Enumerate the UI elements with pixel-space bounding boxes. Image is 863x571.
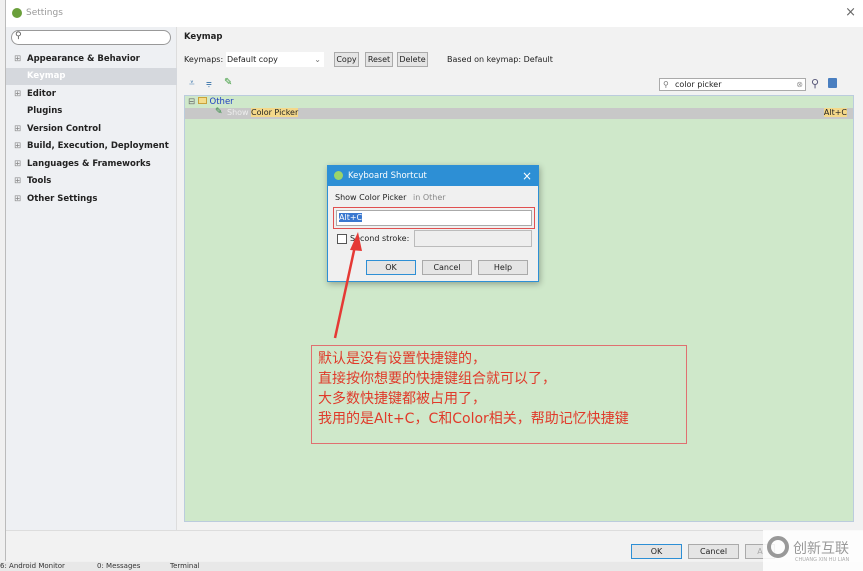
annotation-note: 默认是没有设置快捷键的， 直接按你想要的快捷键组合就可以了， 大多数快捷键都被占… — [311, 345, 687, 444]
annotation-arrow — [333, 232, 362, 339]
annotation-line: 直接按你想要的快捷键组合就可以了， — [318, 371, 556, 387]
annotation-line: 我用的是Alt+C，C和Color相关，帮助记忆快捷键 — [318, 411, 629, 427]
annotation-line: 默认是没有设置快捷键的， — [318, 351, 486, 367]
annotation-line: 大多数快捷键都被占用了， — [318, 391, 486, 407]
